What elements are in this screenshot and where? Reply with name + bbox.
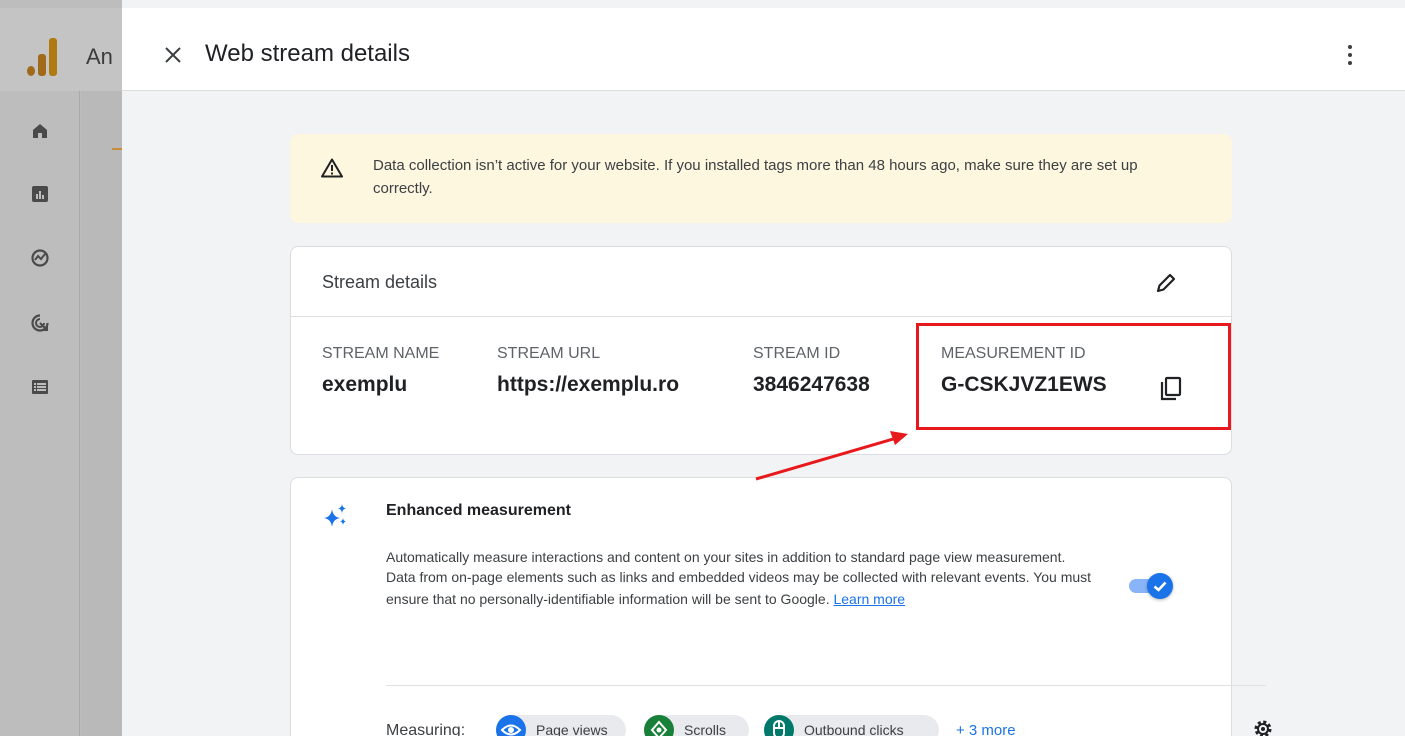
tab-indicator xyxy=(112,148,122,150)
stream-name-value: exemplu xyxy=(322,373,408,396)
drawer-header: Web stream details xyxy=(122,8,1405,91)
description-privacy-text: Data from on-page elements such as links… xyxy=(386,569,1092,607)
enhanced-measurement-toggle[interactable] xyxy=(1125,573,1175,599)
data-collection-warning: Data collection isn’t active for your we… xyxy=(290,134,1232,223)
reports-icon[interactable] xyxy=(30,184,50,204)
more-events-link[interactable]: + 3 more xyxy=(956,722,1016,736)
drawer-title: Web stream details xyxy=(205,40,410,67)
stream-url-value: https://exemplu.ro xyxy=(497,373,680,396)
mouse-icon xyxy=(764,715,794,736)
enhanced-measurement-description: Automatically measure interactions and c… xyxy=(386,548,1111,610)
app-header: An xyxy=(0,8,122,91)
chip-label: Scrolls xyxy=(684,722,727,736)
app-content xyxy=(81,91,122,736)
chip-page-views[interactable]: Page views xyxy=(496,715,626,736)
stream-url-field: STREAM URL https://exemplu.ro xyxy=(497,345,679,397)
gear-icon[interactable] xyxy=(1251,717,1275,736)
stream-details-title: Stream details xyxy=(322,272,438,292)
app-title: An xyxy=(86,44,113,69)
list-icon[interactable] xyxy=(30,377,50,397)
annotation-arrow-icon xyxy=(755,431,908,481)
description-line-1: Automatically measure interactions and c… xyxy=(386,549,1066,565)
enhanced-measurement-title: Enhanced measurement xyxy=(386,502,571,519)
advertising-icon[interactable] xyxy=(30,313,50,333)
close-icon[interactable] xyxy=(162,44,184,66)
analytics-logo xyxy=(27,36,57,76)
sparkle-icon xyxy=(324,504,346,527)
chip-label: Page views xyxy=(536,722,608,736)
scroll-icon xyxy=(644,715,674,736)
measuring-label: Measuring: xyxy=(386,722,466,736)
description-line-2: Data from on-page elements such as links… xyxy=(386,566,1111,610)
divider xyxy=(291,316,1231,317)
divider xyxy=(386,685,1266,686)
checkmark-icon xyxy=(1153,581,1167,592)
stream-id-label: STREAM ID xyxy=(753,345,841,362)
warning-icon xyxy=(321,158,343,178)
stream-name-field: STREAM NAME exemplu xyxy=(322,345,439,397)
enhanced-measurement-card: Enhanced measurement Automatically measu… xyxy=(290,477,1272,736)
eye-icon xyxy=(496,715,526,736)
learn-more-link[interactable]: Learn more xyxy=(833,591,905,607)
chip-label: Outbound clicks xyxy=(804,722,904,736)
toggle-knob xyxy=(1147,573,1173,599)
stream-name-label: STREAM NAME xyxy=(322,345,440,362)
home-icon[interactable] xyxy=(30,121,50,141)
stream-url-label: STREAM URL xyxy=(497,345,601,362)
explore-icon[interactable] xyxy=(30,248,50,268)
edit-pencil-icon[interactable] xyxy=(1153,270,1179,296)
nav-rail xyxy=(0,91,80,736)
stream-id-value: 3846247638 xyxy=(753,373,870,396)
chip-scrolls[interactable]: Scrolls xyxy=(644,715,749,736)
measurement-id-highlight xyxy=(916,323,1231,430)
warning-text: Data collection isn’t active for your we… xyxy=(373,157,1138,197)
chip-outbound-clicks[interactable]: Outbound clicks xyxy=(764,715,939,736)
stream-id-field: STREAM ID 3846247638 xyxy=(753,345,870,397)
more-vert-icon[interactable] xyxy=(1338,42,1362,68)
